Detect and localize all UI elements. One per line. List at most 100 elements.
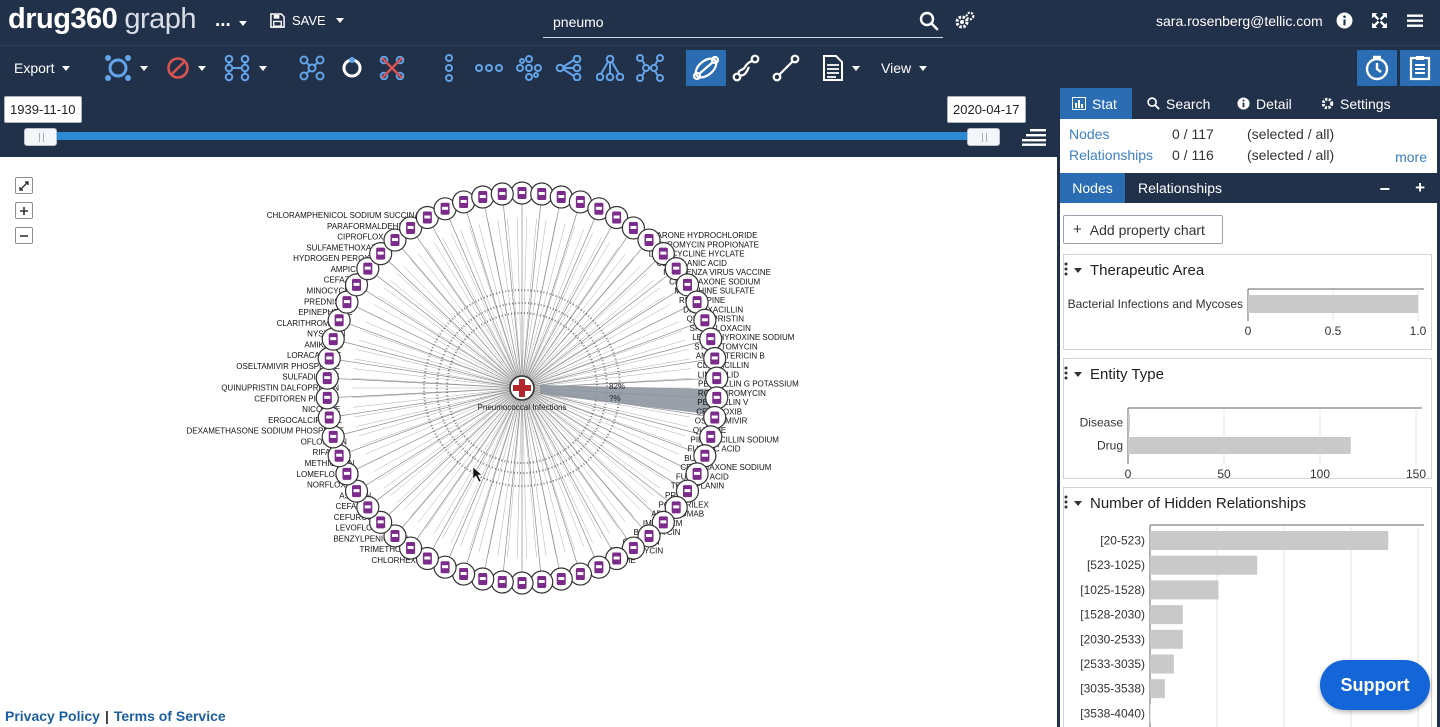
drug-node[interactable]: [568, 562, 592, 586]
drug-node[interactable]: [315, 366, 339, 390]
relationship-edge[interactable]: [521, 280, 654, 389]
collapse-all-icon[interactable]: −: [1379, 179, 1390, 200]
relationship-edge[interactable]: [444, 208, 523, 389]
grid-layout-button[interactable]: [514, 50, 544, 86]
view-menu-button[interactable]: View: [881, 50, 928, 86]
export-menu-button[interactable]: Export: [14, 50, 71, 86]
radial-layout-button[interactable]: [553, 50, 585, 86]
timeline-menu-icon[interactable]: [1022, 128, 1046, 146]
bar[interactable]: [1150, 605, 1183, 625]
layout-menu-button[interactable]: [101, 50, 151, 86]
relationship-edge[interactable]: [352, 387, 523, 398]
more-menu-button[interactable]: ...: [215, 10, 247, 32]
drug-node[interactable]: [315, 386, 339, 410]
tab-settings[interactable]: Settings: [1309, 88, 1403, 119]
cluster-button[interactable]: [296, 50, 328, 86]
relationship-edge[interactable]: [521, 208, 600, 389]
relationship-edge[interactable]: [521, 253, 627, 389]
relationship-edge[interactable]: [451, 233, 523, 389]
drug-node[interactable]: [317, 405, 341, 430]
relationship-edge[interactable]: [521, 265, 641, 389]
relationship-edge[interactable]: [417, 253, 523, 389]
add-property-chart-button[interactable]: + Add property chart: [1063, 215, 1223, 244]
radial-graph[interactable]: CHLORAMPHENICOL SODIUM SUCCINATEPARAFORM…: [0, 157, 1057, 727]
relationship-edge[interactable]: [365, 387, 523, 455]
drug-node[interactable]: [490, 182, 514, 206]
relationship-edge[interactable]: [521, 387, 600, 568]
relationship-edge[interactable]: [390, 280, 523, 389]
tab-stat[interactable]: Stat: [1060, 88, 1132, 119]
drug-node[interactable]: [510, 181, 534, 205]
drug-node[interactable]: [471, 567, 495, 591]
bar[interactable]: [1150, 703, 1151, 723]
bar[interactable]: [1128, 414, 1130, 431]
card-header[interactable]: Therapeutic Area: [1074, 262, 1204, 279]
relationship-edge[interactable]: [521, 287, 660, 389]
subtab-nodes[interactable]: Nodes: [1060, 173, 1125, 203]
relationship-edge[interactable]: [521, 330, 683, 389]
drug-node[interactable]: [705, 386, 729, 410]
bar[interactable]: [1128, 437, 1351, 454]
user-email[interactable]: sara.rosenberg@tellic.com: [1156, 13, 1323, 29]
relationship-edge[interactable]: [365, 321, 523, 389]
chevron-down-icon[interactable]: [335, 18, 344, 23]
tab-detail[interactable]: Detail: [1225, 88, 1304, 119]
horizontal-layout-button[interactable]: [474, 50, 504, 86]
graph-canvas[interactable]: CHLORAMPHENICOL SODIUM SUCCINATE PARAFORM…: [0, 157, 1057, 727]
drug-node[interactable]: [530, 182, 554, 206]
drug-node[interactable]: [452, 190, 476, 214]
collapse-caret-icon[interactable]: [1074, 268, 1082, 273]
expand-all-icon[interactable]: +: [1415, 178, 1425, 198]
end-date-field[interactable]: 2020-04-17: [947, 96, 1026, 123]
end-date-handle[interactable]: [967, 128, 1000, 146]
search-icon[interactable]: [919, 11, 939, 31]
drug-node[interactable]: [703, 346, 727, 371]
tab-search[interactable]: Search: [1135, 88, 1222, 119]
bar[interactable]: [1248, 295, 1418, 313]
drug-node[interactable]: [705, 366, 729, 390]
expand-path-button[interactable]: [730, 50, 762, 86]
kebab-menu-icon[interactable]: [1064, 366, 1068, 380]
spread-layout-button[interactable]: [634, 50, 666, 86]
drug-node[interactable]: [321, 425, 345, 449]
drug-node[interactable]: [471, 185, 495, 209]
bar[interactable]: [1150, 555, 1258, 575]
card-header[interactable]: Entity Type: [1074, 366, 1164, 383]
bar[interactable]: [1150, 531, 1389, 550]
relationship-edge[interactable]: [403, 265, 523, 389]
drug-node[interactable]: [317, 346, 341, 371]
drug-node[interactable]: [549, 185, 573, 209]
drug-node[interactable]: [490, 570, 514, 594]
relationship-edge[interactable]: [339, 319, 523, 389]
notes-toggle-button[interactable]: [1400, 50, 1440, 86]
hamburger-menu-icon[interactable]: [1407, 12, 1423, 29]
support-button[interactable]: Support: [1320, 660, 1430, 710]
start-date-field[interactable]: 1939-11-10: [4, 96, 82, 123]
drug-node[interactable]: [510, 571, 534, 595]
bar[interactable]: [1150, 629, 1183, 649]
paths-toggle-button[interactable]: [686, 50, 726, 86]
collapse-caret-icon[interactable]: [1074, 372, 1082, 377]
kebab-menu-icon[interactable]: [1064, 262, 1068, 276]
privacy-policy-link[interactable]: Privacy Policy: [5, 708, 100, 724]
collapse-caret-icon[interactable]: [1074, 501, 1082, 506]
hierarchy-menu-button[interactable]: [220, 50, 270, 86]
card-header[interactable]: Number of Hidden Relationships: [1074, 495, 1306, 512]
drug-node[interactable]: [703, 405, 727, 430]
bar[interactable]: [1150, 679, 1165, 699]
bar[interactable]: [1150, 654, 1174, 674]
relationship-edge[interactable]: [384, 287, 523, 389]
relationship-edge[interactable]: [444, 387, 523, 568]
block-menu-button[interactable]: [162, 50, 210, 86]
save-button[interactable]: SAVE: [270, 13, 344, 28]
tree-layout-button[interactable]: [594, 50, 626, 86]
relationship-edge[interactable]: [352, 378, 523, 389]
date-range-track[interactable]: [26, 132, 996, 140]
nodes-summary-key[interactable]: Nodes: [1069, 126, 1109, 142]
subtab-relationships[interactable]: Relationships: [1128, 173, 1232, 203]
gears-icon[interactable]: [954, 11, 976, 31]
document-menu-button[interactable]: [817, 50, 865, 86]
relationships-summary-key[interactable]: Relationships: [1069, 147, 1153, 163]
drug-node[interactable]: [530, 570, 554, 594]
link-button[interactable]: [770, 50, 802, 86]
